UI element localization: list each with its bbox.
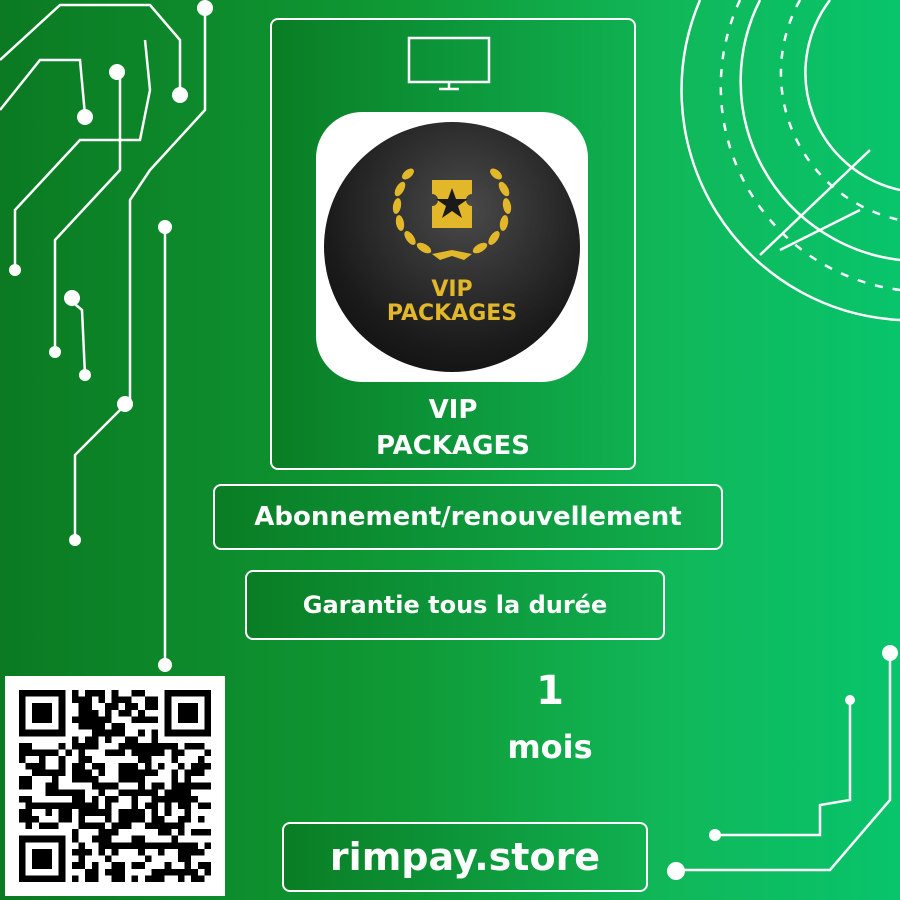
subscription-badge: Abonnement/renouvellement — [213, 484, 723, 550]
package-card: VIP PACKAGES VIP PACKAGES — [270, 18, 636, 470]
vip-logo-badge: VIP PACKAGES — [316, 112, 588, 382]
vip-logo-circle: VIP PACKAGES — [324, 122, 580, 372]
qr-code-icon — [19, 690, 211, 882]
logo-text-line2: PACKAGES — [386, 301, 518, 326]
duration-number: 1 — [536, 668, 564, 714]
duration-unit: mois — [507, 728, 593, 766]
tv-icon — [407, 36, 491, 91]
store-url[interactable]: rimpay.store — [282, 822, 648, 892]
guarantee-badge: Garantie tous la durée — [245, 570, 665, 640]
laurel-ticket-star-icon — [392, 168, 512, 260]
qr-code[interactable] — [5, 676, 225, 896]
logo-text: VIP PACKAGES — [324, 278, 580, 326]
card-title-line1: VIP — [428, 395, 478, 425]
logo-text-line1: VIP — [431, 277, 473, 302]
card-title-line2: PACKAGES — [376, 431, 530, 461]
poster: VIP PACKAGES VIP PACKAGES Abonnement/ren… — [0, 0, 900, 900]
card-title: VIP PACKAGES — [272, 392, 634, 464]
